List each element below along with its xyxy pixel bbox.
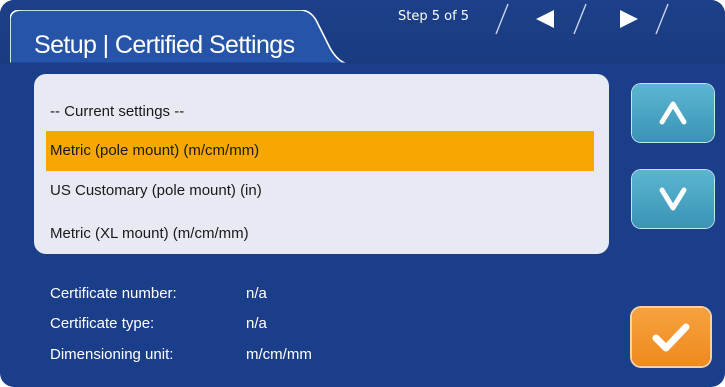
certificate-number-label: Certificate number: [50,285,177,302]
certificate-type-value: n/a [246,315,267,332]
list-item-label: US Customary (pole mount) (in) [50,182,262,199]
header-bar: Setup | Certified Settings Step 5 of 5 [0,0,725,64]
page-title: Setup | Certified Settings [34,31,295,59]
confirm-button[interactable] [632,308,710,366]
step-indicator: Step 5 of 5 [398,9,470,24]
dimensioning-unit-label: Dimensioning unit: [50,346,174,363]
divider [495,3,509,35]
list-item-label: Metric (XL mount) (m/cm/mm) [50,225,249,242]
list-item-us-customary-pole-mount[interactable]: US Customary (pole mount) (in) [46,171,594,211]
chevron-down-icon [659,187,687,211]
triangle-left-icon [536,10,554,28]
forward-button[interactable] [614,8,644,30]
checkmark-icon [652,323,690,352]
dimensioning-unit-value: m/cm/mm [246,346,312,363]
back-button[interactable] [532,8,562,30]
list-item-label: Metric (pole mount) (m/cm/mm) [50,142,260,159]
list-item-metric-xl-mount[interactable]: Metric (XL mount) (m/cm/mm) [46,214,594,254]
list-item-label: -- Current settings -- [50,103,185,120]
triangle-right-icon [620,10,638,28]
title-tab: Setup | Certified Settings [10,10,348,64]
list-item-metric-pole-mount[interactable]: Metric (pole mount) (m/cm/mm) [46,131,594,171]
divider [573,3,587,35]
list-item-current-settings[interactable]: -- Current settings -- [46,92,594,132]
divider [655,3,669,35]
certificate-type-label: Certificate type: [50,315,155,332]
scroll-down-button[interactable] [632,170,714,228]
chevron-up-icon [659,101,687,125]
app-window: Setup | Certified Settings Step 5 of 5 -… [0,0,725,387]
scroll-up-button[interactable] [632,84,714,142]
settings-list: -- Current settings -- Metric (pole moun… [34,74,609,254]
certificate-number-value: n/a [246,285,267,302]
